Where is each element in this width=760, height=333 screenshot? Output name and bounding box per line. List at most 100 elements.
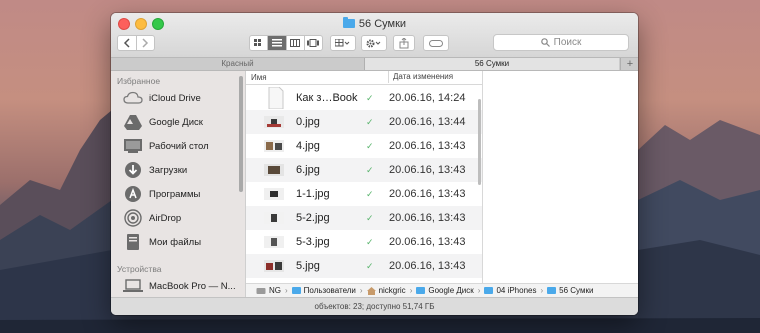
new-tab-button[interactable]: + bbox=[620, 58, 638, 70]
folder-icon bbox=[291, 287, 301, 294]
finder-window: 56 Сумки Поиск Красный 56 Сумки + Избран… bbox=[111, 13, 638, 315]
table-row[interactable]: Как з…Book ✓ 20.06.16, 14:24 bbox=[246, 86, 482, 110]
table-row[interactable]: 0.jpg ✓ 20.06.16, 13:44 bbox=[246, 110, 482, 134]
chevron-right-icon: › bbox=[409, 286, 413, 295]
sidebar-scrollbar[interactable] bbox=[239, 76, 243, 192]
image-thumbnail-icon bbox=[264, 116, 284, 128]
path-item[interactable]: 56 Сумки bbox=[559, 286, 593, 295]
sidebar-item-my-files[interactable]: Мои файлы bbox=[123, 231, 201, 253]
folder-icon bbox=[342, 17, 355, 28]
arrange-button[interactable] bbox=[330, 35, 356, 51]
preview-column bbox=[482, 71, 638, 297]
google-drive-icon bbox=[123, 113, 143, 131]
share-button[interactable] bbox=[393, 35, 415, 51]
forward-button[interactable] bbox=[137, 36, 155, 50]
favorites-header: Избранное bbox=[117, 76, 161, 86]
path-item[interactable]: Пользователи bbox=[304, 286, 356, 295]
column-name-header[interactable]: Имя bbox=[251, 73, 267, 82]
icon-view-button[interactable] bbox=[250, 36, 269, 50]
tab-red[interactable]: Красный bbox=[111, 58, 365, 70]
image-thumbnail-icon bbox=[264, 164, 284, 176]
desktop-icon bbox=[123, 137, 143, 155]
table-row[interactable]: 4.jpg ✓ 20.06.16, 13:43 bbox=[246, 134, 482, 158]
path-item[interactable]: Google Диск bbox=[428, 286, 473, 295]
image-thumbnail-icon bbox=[264, 236, 284, 248]
synced-check-icon: ✓ bbox=[366, 237, 374, 247]
cloud-icon bbox=[123, 89, 143, 107]
list-view-button[interactable] bbox=[268, 36, 287, 50]
title-bar: 56 Сумки Поиск bbox=[111, 13, 638, 57]
synced-check-icon: ✓ bbox=[366, 213, 374, 223]
synced-check-icon: ✓ bbox=[366, 117, 374, 127]
path-item[interactable]: 04 iPhones bbox=[496, 286, 536, 295]
status-bar: объектов: 23; доступно 51,74 ГБ bbox=[111, 297, 638, 315]
path-bar: NG › Пользователи › nickgric › Google Ди… bbox=[246, 283, 638, 297]
synced-check-icon: ✓ bbox=[366, 165, 374, 175]
sidebar-item-applications[interactable]: Программы bbox=[123, 183, 200, 205]
column-view-icon bbox=[290, 39, 301, 47]
sidebar-item-downloads[interactable]: Загрузки bbox=[123, 159, 187, 181]
gear-icon bbox=[366, 39, 381, 47]
document-icon bbox=[268, 87, 284, 109]
search-placeholder: Поиск bbox=[553, 37, 582, 48]
share-icon bbox=[399, 37, 409, 48]
back-button[interactable] bbox=[118, 36, 137, 50]
sidebar: Избранное iCloud Drive Google Диск Рабоч… bbox=[111, 71, 246, 297]
table-row[interactable]: 5-2.jpg ✓ 20.06.16, 13:43 bbox=[246, 206, 482, 230]
table-row[interactable]: 5.jpg ✓ 20.06.16, 13:43 bbox=[246, 254, 482, 278]
nav-buttons bbox=[117, 35, 155, 51]
path-item[interactable]: NG bbox=[269, 286, 281, 295]
arrange-icon bbox=[335, 39, 350, 47]
cover-flow-button[interactable] bbox=[305, 36, 322, 50]
sidebar-item-google-drive[interactable]: Google Диск bbox=[123, 111, 203, 133]
synced-check-icon: ✓ bbox=[366, 189, 374, 199]
chevron-right-icon: › bbox=[477, 286, 481, 295]
table-row[interactable]: 5-3.jpg ✓ 20.06.16, 13:43 bbox=[246, 230, 482, 254]
downloads-icon bbox=[123, 161, 143, 179]
column-view-button[interactable] bbox=[287, 36, 305, 50]
chevron-right-icon bbox=[142, 38, 149, 48]
search-icon bbox=[540, 38, 550, 47]
image-thumbnail-icon bbox=[264, 260, 284, 272]
tags-button[interactable] bbox=[423, 35, 449, 51]
folder-icon bbox=[416, 287, 426, 294]
tag-icon bbox=[429, 39, 443, 47]
column-header: Имя Дата изменения bbox=[246, 71, 482, 85]
image-thumbnail-icon bbox=[264, 140, 284, 152]
sidebar-item-airdrop[interactable]: AirDrop bbox=[123, 207, 181, 229]
table-row[interactable]: 6.jpg ✓ 20.06.16, 13:43 bbox=[246, 158, 482, 182]
home-icon bbox=[366, 286, 376, 295]
image-thumbnail-icon bbox=[264, 212, 284, 224]
path-item[interactable]: nickgric bbox=[379, 286, 406, 295]
devices-header: Устройства bbox=[117, 264, 162, 274]
applications-icon bbox=[123, 185, 143, 203]
window-title: 56 Сумки bbox=[111, 16, 638, 32]
hard-drive-icon bbox=[256, 287, 266, 294]
table-row[interactable]: 1-1.jpg ✓ 20.06.16, 13:43 bbox=[246, 182, 482, 206]
list-view-icon bbox=[271, 39, 282, 47]
cover-flow-icon bbox=[307, 39, 320, 47]
action-button[interactable] bbox=[361, 35, 387, 51]
search-field[interactable]: Поиск bbox=[493, 34, 629, 51]
laptop-icon bbox=[123, 277, 143, 295]
synced-check-icon: ✓ bbox=[366, 141, 374, 151]
image-thumbnail-icon bbox=[264, 188, 284, 200]
tab-56-bags[interactable]: 56 Сумки bbox=[365, 58, 619, 70]
file-list: Имя Дата изменения Как з…Book ✓ 20.06.16… bbox=[246, 71, 482, 297]
sidebar-item-desktop[interactable]: Рабочий стол bbox=[123, 135, 209, 157]
icon-view-icon bbox=[253, 39, 261, 46]
chevron-right-icon: › bbox=[540, 286, 544, 295]
synced-check-icon: ✓ bbox=[366, 261, 374, 271]
airdrop-icon bbox=[123, 209, 143, 227]
sidebar-item-icloud-drive[interactable]: iCloud Drive bbox=[123, 87, 201, 109]
vertical-scrollbar[interactable] bbox=[478, 99, 481, 185]
chevron-right-icon: › bbox=[359, 286, 363, 295]
synced-check-icon: ✓ bbox=[366, 93, 374, 103]
tab-bar: Красный 56 Сумки + bbox=[111, 57, 638, 71]
sidebar-item-macbook[interactable]: MacBook Pro — N... bbox=[123, 275, 236, 297]
folder-icon bbox=[547, 287, 557, 294]
column-date-header[interactable]: Дата изменения bbox=[388, 71, 453, 83]
folder-icon bbox=[484, 287, 494, 294]
view-mode-control bbox=[249, 35, 323, 51]
chevron-right-icon: › bbox=[285, 286, 288, 295]
